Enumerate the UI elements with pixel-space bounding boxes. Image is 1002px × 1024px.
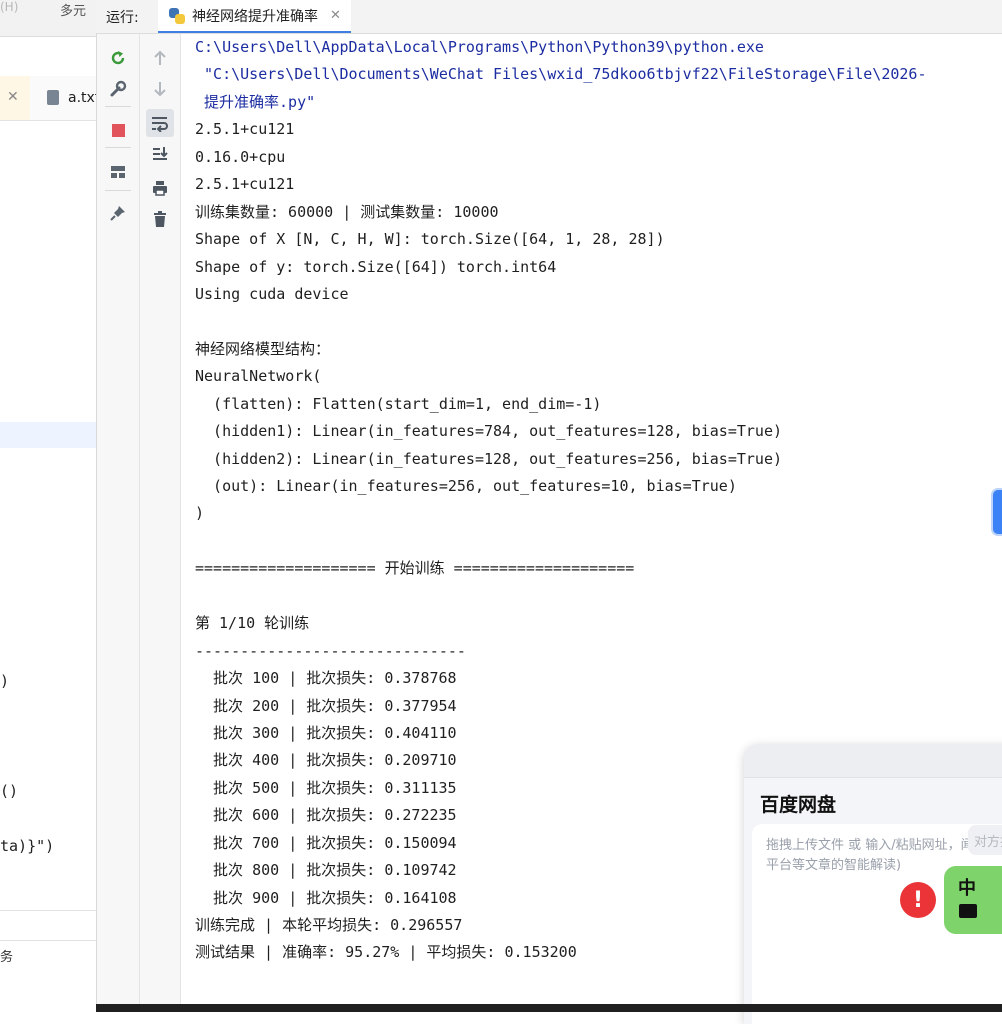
console-line: (out): Linear(in_features=256, out_featu…	[195, 477, 737, 495]
divider	[105, 190, 131, 191]
code-fragment: )	[0, 672, 10, 690]
wrench-icon[interactable]	[106, 77, 130, 101]
skin-icon	[959, 904, 977, 918]
taskbar	[96, 1004, 1002, 1012]
console-line: 提升准确率.py"	[195, 92, 316, 111]
layout-icon[interactable]	[106, 160, 130, 184]
console-line: 2.5.1+cu121	[195, 120, 295, 139]
rerun-icon[interactable]	[106, 46, 130, 70]
run-tab-title: 神经网络提升准确率	[192, 8, 318, 25]
floating-assistant-button[interactable]	[991, 488, 1002, 536]
divider	[105, 106, 131, 107]
pin-icon[interactable]	[106, 201, 130, 225]
run-toolbar-left	[97, 34, 140, 1012]
console-line: "C:\Users\Dell\Documents\WeChat Files\wx…	[195, 65, 927, 84]
warning-icon[interactable]: !	[900, 882, 936, 918]
run-label: 运行:	[106, 10, 139, 26]
console-line: NeuralNetwork(	[195, 367, 322, 386]
editor-menu-faded: (H)	[0, 0, 19, 14]
close-icon[interactable]: ✕	[330, 8, 341, 23]
popup-top-bar	[744, 744, 1002, 778]
scroll-to-end-icon[interactable]	[148, 142, 172, 166]
editor-menu-item[interactable]: 多元	[60, 0, 86, 19]
divider	[0, 940, 96, 941]
console-line: 神经网络模型结构：	[195, 339, 331, 358]
popup-hint-text: 拖拽上传文件 或 输入/粘贴网址，闻平台等文章的智能解读)	[766, 838, 974, 873]
editor-current-line	[0, 422, 96, 448]
editor-strip: (H) 多元 ✕ a.txt ) () ta)}") 务	[0, 0, 97, 1012]
python-icon	[168, 7, 186, 25]
ime-toolbar[interactable]: 中	[944, 866, 1002, 934]
arrow-up-icon[interactable]	[148, 46, 172, 70]
console-line: 0.16.0+cpu	[195, 147, 286, 166]
file-icon	[47, 90, 59, 105]
editor-top-bar: (H) 多元	[0, 0, 96, 37]
console-line: (hidden2): Linear(in_features=128, out_f…	[195, 449, 782, 468]
arrow-down-icon[interactable]	[148, 77, 172, 101]
console-line: ------------------------------	[195, 641, 466, 660]
console-line: )	[195, 504, 205, 523]
divider	[105, 147, 131, 148]
console-line: 第 1/10 轮训练	[195, 614, 310, 633]
console-line: (flatten): Flatten(start_dim=1, end_dim=…	[195, 394, 602, 413]
console-line: 2.5.1+cu121	[195, 175, 295, 194]
divider	[0, 910, 96, 911]
code-fragment: ta)}")	[0, 837, 55, 855]
stop-icon[interactable]	[106, 118, 130, 142]
console-line: 批次 100 | 批次损失: 0.378768	[195, 669, 457, 688]
popup-title: 百度网盘	[760, 794, 837, 816]
editor-tab-a-txt[interactable]: a.txt	[68, 90, 96, 106]
console-line: C:\Users\Dell\AppData\Local\Programs\Pyt…	[195, 38, 764, 56]
trash-icon[interactable]	[148, 207, 172, 231]
console-line: (hidden1): Linear(in_features=784, out_f…	[195, 422, 782, 441]
console-line: Shape of y: torch.Size([64]) torch.int64	[195, 257, 557, 276]
console-line: 训练集数量: 60000 | 测试集数量: 10000	[195, 202, 499, 221]
run-tab[interactable]: 神经网络提升准确率 ✕	[158, 0, 351, 33]
bottom-tab-label[interactable]: 务	[0, 946, 13, 965]
popup-side-button[interactable]: 对方推	[968, 825, 1002, 855]
code-fragment: ()	[0, 782, 19, 800]
console-line: Using cuda device	[195, 284, 349, 303]
run-toolbar-right	[140, 34, 181, 1012]
soft-wrap-icon[interactable]	[146, 109, 174, 137]
console-line: 批次 200 | 批次损失: 0.377954	[195, 696, 457, 715]
ime-mode-label: 中	[958, 878, 976, 899]
close-icon[interactable]: ✕	[7, 89, 19, 105]
console-line: ==================== 开始训练 ==============…	[195, 559, 635, 578]
console-line: Shape of X [N, C, H, W]: torch.Size([64,…	[195, 230, 665, 249]
print-icon[interactable]	[148, 176, 172, 200]
run-window-header: 运行: 神经网络提升准确率 ✕	[96, 0, 1002, 34]
